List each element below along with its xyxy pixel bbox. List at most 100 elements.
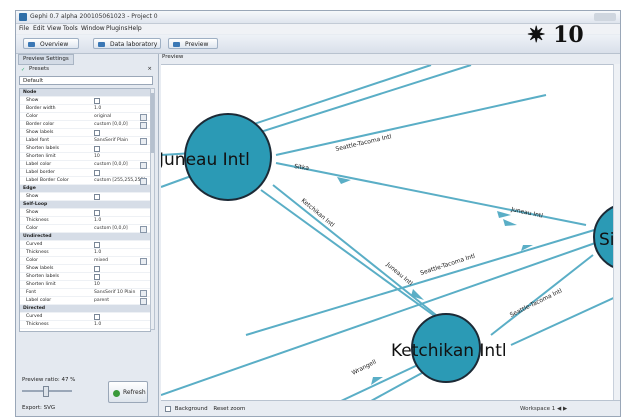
table-icon [98, 42, 105, 47]
node-label-juneau: Juneau Intl [161, 150, 250, 170]
data-laboratory-button[interactable]: Data laboratory [93, 38, 161, 49]
property-value[interactable]: SansSerif Plain [94, 137, 128, 144]
window-title: Gephi 0.7 alpha 200105061023 - Project 0 [30, 13, 158, 20]
property-checkbox[interactable] [94, 146, 100, 152]
property-edit-button[interactable] [140, 138, 147, 145]
menu-plugins[interactable]: Plugins [106, 25, 128, 32]
property-value[interactable]: 10 [94, 153, 100, 160]
expand-icon[interactable]: ✓ [21, 67, 25, 73]
property-name: Node [23, 90, 37, 95]
edge-label: Seattle-Tacoma Intl [509, 287, 564, 319]
property-value[interactable]: 1.0 [94, 105, 101, 112]
property-name: Color [26, 258, 38, 263]
close-icon[interactable]: × [147, 66, 152, 72]
property-name: Color [26, 226, 38, 231]
property-name: Thickness [26, 322, 49, 327]
property-checkbox[interactable] [94, 274, 100, 280]
property-name: Thickness [26, 250, 49, 255]
property-value[interactable]: SansSerif 10 Plain [94, 289, 135, 296]
property-name: Curved [26, 242, 43, 247]
property-name: Shorten labels [26, 146, 60, 151]
property-edit-button[interactable] [140, 298, 147, 305]
canvas-scrollbar[interactable] [613, 64, 620, 400]
preview-ratio-label: Preview ratio: 47 % [22, 377, 76, 383]
property-name: Show labels [26, 266, 54, 271]
property-checkbox[interactable] [94, 266, 100, 272]
property-checkbox[interactable] [94, 170, 100, 176]
property-checkbox[interactable] [94, 98, 100, 104]
app-window: Gephi 0.7 alpha 200105061023 - Project 0… [15, 10, 621, 417]
menu-edit[interactable]: Edit [33, 25, 45, 32]
property-name: Shorten labels [26, 274, 60, 279]
background-checkbox[interactable] [165, 406, 171, 412]
menu-window[interactable]: Window [81, 25, 105, 32]
property-value[interactable]: 1.0 [94, 217, 101, 224]
property-name: Show labels [26, 130, 54, 135]
background-toggle[interactable]: Background Reset zoom [165, 405, 245, 412]
tab-preview[interactable]: Preview [162, 54, 183, 60]
property-value[interactable]: original [94, 113, 111, 120]
property-name: Self-Loop [23, 202, 48, 207]
property-edit-button[interactable] [140, 162, 147, 169]
property-name: Show [26, 210, 39, 215]
node-label-ketchikan: Ketchikan Intl [391, 341, 507, 361]
background-label: Background [174, 406, 208, 412]
menu-view[interactable]: View [47, 25, 61, 32]
property-edit-button[interactable] [140, 178, 147, 185]
refresh-icon [113, 390, 120, 397]
property-name: Border color [26, 122, 55, 127]
property-value[interactable]: custom [0,0,0] [94, 161, 128, 168]
property-value[interactable]: custom [0,0,0] [94, 121, 128, 128]
property-name: Show [26, 98, 39, 103]
gephi-icon [19, 13, 27, 21]
property-name: Undirected [23, 234, 52, 239]
tab-preview-settings[interactable]: Preview Settings [18, 54, 74, 65]
property-checkbox[interactable] [94, 242, 100, 248]
property-value[interactable]: custom [255,255,255] [94, 177, 145, 184]
property-value[interactable]: parent [94, 297, 109, 304]
menu-tools[interactable]: Tools [63, 25, 78, 32]
property-name: Curved [26, 314, 43, 319]
properties-scrollbar[interactable] [150, 88, 155, 330]
property-checkbox[interactable] [94, 194, 100, 200]
property-value[interactable]: 1.0 [94, 321, 101, 328]
graph-svg: Juneau Intl Ketchikan Intl Sitka Seattle… [161, 65, 620, 401]
preview-canvas[interactable]: Juneau Intl Ketchikan Intl Sitka Seattle… [161, 64, 620, 401]
property-edit-button[interactable] [140, 122, 147, 129]
property-name: Color [26, 114, 38, 119]
property-name: Show [26, 194, 39, 199]
property-checkbox[interactable] [94, 130, 100, 136]
property-edit-button[interactable] [140, 226, 147, 233]
menu-help[interactable]: Help [128, 25, 142, 32]
property-name: Font [26, 290, 37, 295]
refresh-button[interactable]: Refresh [108, 381, 148, 403]
ratio-slider-knob[interactable] [43, 386, 49, 397]
property-checkbox[interactable] [94, 314, 100, 320]
property-edit-button[interactable] [140, 114, 147, 121]
preset-select[interactable]: Default [19, 76, 153, 85]
property-edit-button[interactable] [140, 258, 147, 265]
property-value[interactable]: 1.0 [94, 249, 101, 256]
overview-icon [28, 42, 35, 47]
property-value[interactable]: mixed [94, 257, 108, 264]
workspace-status[interactable]: Workspace 1 ◀ ▶ [520, 406, 567, 412]
menu-file[interactable]: File [19, 25, 29, 32]
scroll-thumb[interactable] [151, 93, 154, 153]
preview-button[interactable]: Preview [168, 38, 218, 49]
property-checkbox[interactable] [94, 210, 100, 216]
edge-label: Sitka [294, 163, 310, 172]
property-name: Label border [26, 170, 56, 175]
property-name: Border width [26, 106, 56, 111]
presets-row: ✓ Presets × [19, 66, 155, 74]
overview-button[interactable]: Overview [23, 38, 79, 49]
property-name: Shorten limit [26, 282, 56, 287]
window-controls[interactable] [594, 13, 616, 21]
reset-zoom-link[interactable]: Reset zoom [213, 406, 245, 412]
preview-settings-panel: Preview Settings ✓ Presets × Default Nod… [16, 54, 159, 416]
property-value[interactable]: 10 [94, 281, 100, 288]
property-name: Edge [23, 186, 36, 191]
property-name: Label Border Color [26, 178, 69, 183]
property-edit-button[interactable] [140, 290, 147, 297]
presets-label: Presets [29, 66, 50, 72]
property-value[interactable]: custom [0,0,0] [94, 225, 128, 232]
